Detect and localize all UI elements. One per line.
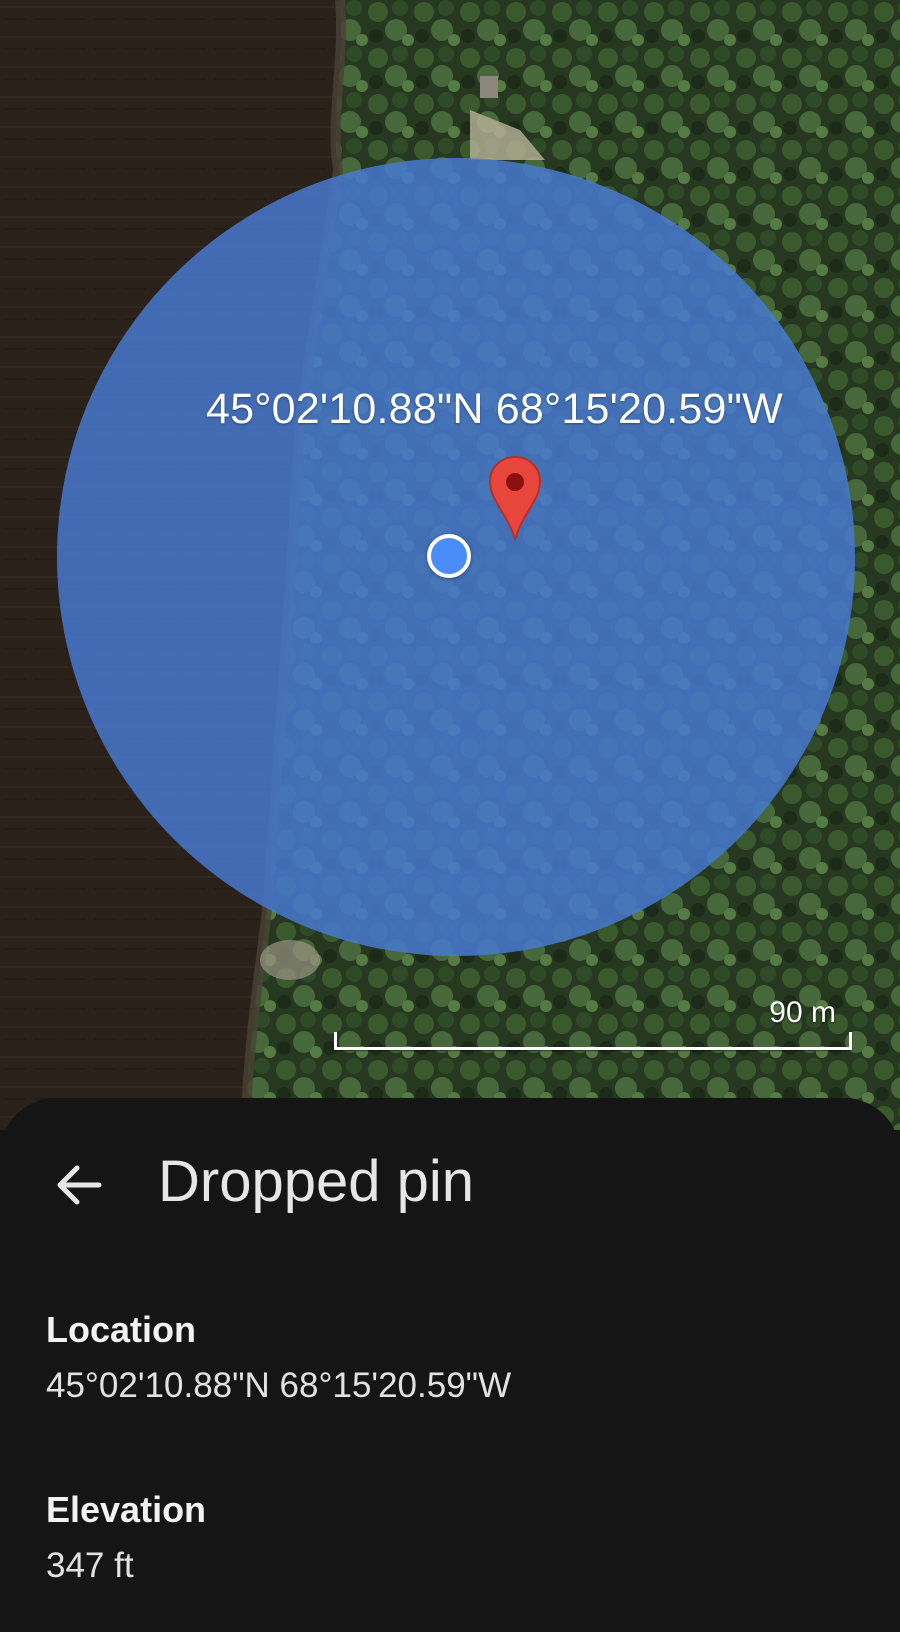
scale-label: 90 m [769,996,836,1029]
back-button[interactable] [44,1150,114,1220]
location-label: Location [46,1309,196,1350]
map-coordinate-label: 45°02'10.88"N 68°15'20.59"W [206,385,783,433]
location-section: Location 45°02'10.88"N 68°15'20.59"W [46,1308,511,1408]
map-scale: 90 m [334,996,854,1050]
sheet-title: Dropped pin [158,1149,474,1214]
elevation-section: Elevation 347 ft [46,1488,206,1588]
scale-bar [334,1032,852,1050]
location-value[interactable]: 45°02'10.88"N 68°15'20.59"W [46,1364,511,1408]
app-screen: 45°02'10.88"N 68°15'20.59"W 90 m Dropped… [0,0,900,1632]
place-details-sheet: Dropped pin Location 45°02'10.88"N 68°15… [0,1098,900,1632]
satellite-map[interactable]: 45°02'10.88"N 68°15'20.59"W 90 m [0,0,900,1130]
red-map-pin-icon[interactable] [487,455,543,543]
blue-location-dot-icon [427,534,471,578]
elevation-label: Elevation [46,1489,207,1530]
elevation-value: 347 ft [46,1546,134,1585]
sheet-header: Dropped pin [0,1142,900,1226]
arrow-back-icon [57,1165,102,1205]
